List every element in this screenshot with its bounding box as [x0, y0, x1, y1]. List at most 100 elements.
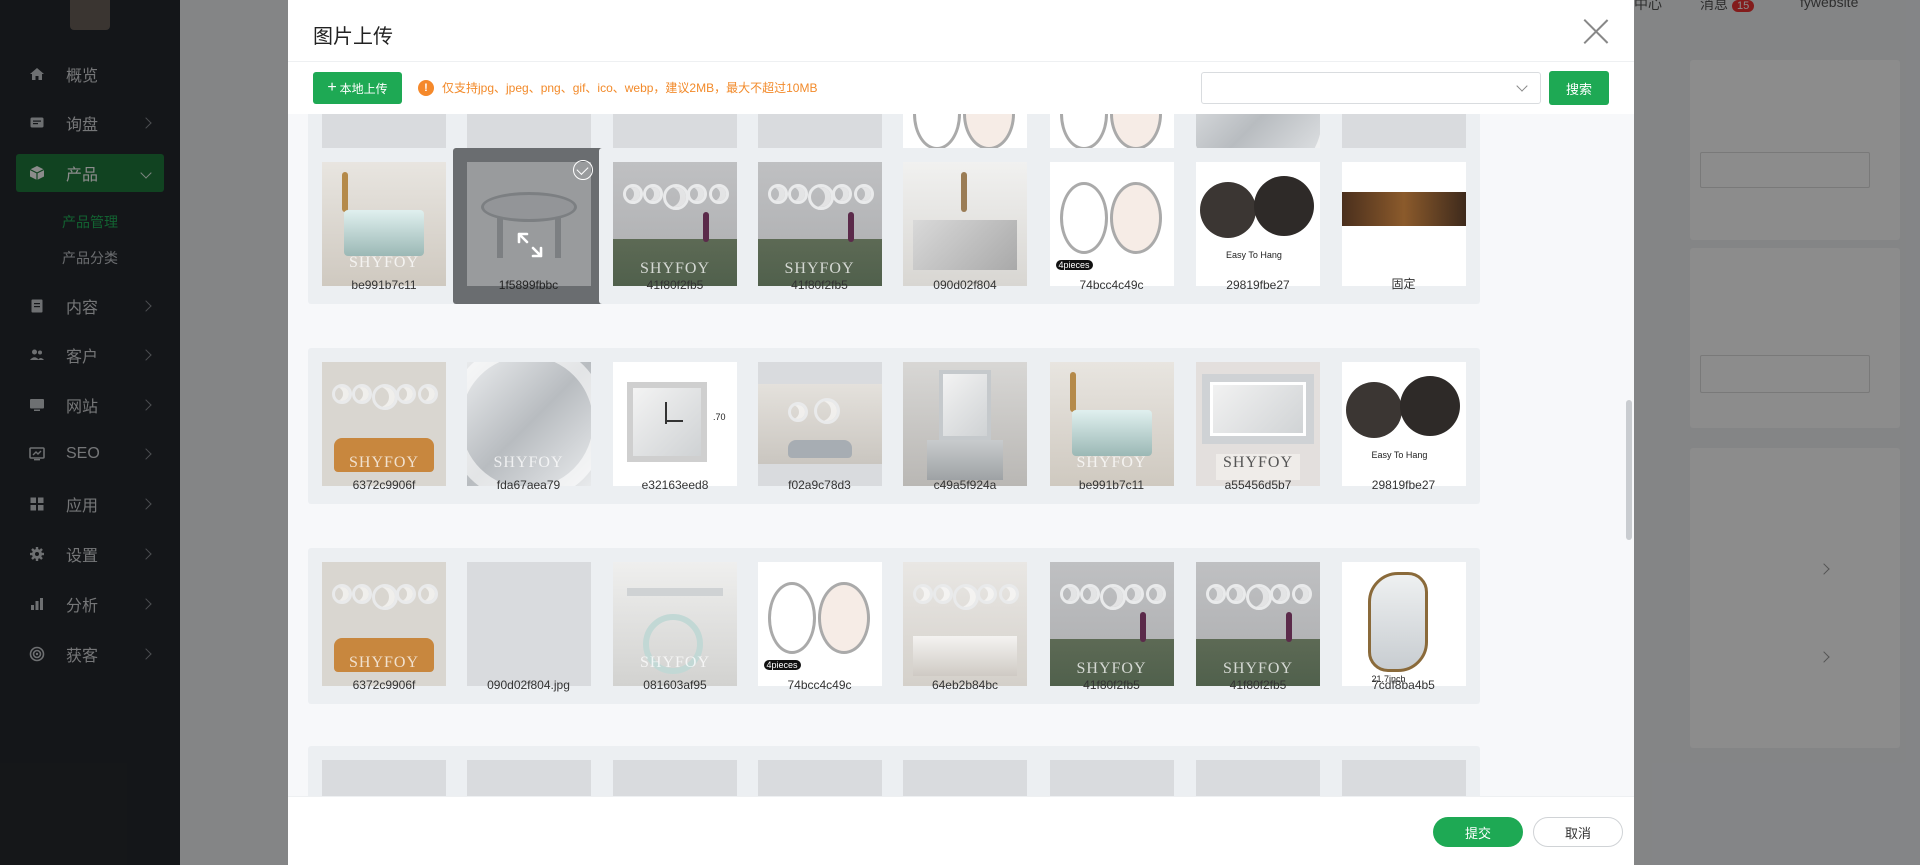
close-icon[interactable]	[1583, 18, 1609, 44]
image-tile[interactable]: SHYFOY 081603af95	[599, 548, 751, 704]
image-thumbnail	[1049, 760, 1174, 796]
image-name: 29819fbe27	[1371, 478, 1436, 492]
grid-scrollbar[interactable]	[1626, 400, 1632, 540]
modal-toolbar: + 本地上传 ! 仅支持jpg、jpeg、png、gif、ico、webp，建议…	[288, 62, 1634, 114]
image-thumbnail	[903, 562, 1027, 686]
check-icon[interactable]	[572, 160, 593, 180]
image-name: 固定	[1391, 277, 1416, 291]
image-name: 41f80f2fb5	[1083, 678, 1140, 692]
image-name: be991b7c11	[1078, 478, 1145, 492]
image-name: 74bcc4c49c	[787, 678, 852, 692]
category-select[interactable]	[1201, 72, 1541, 104]
image-thumbnail: Easy To Hang	[1341, 362, 1466, 486]
image-thumbnail: SHYFOY	[1196, 362, 1320, 486]
image-thumbnail	[613, 760, 737, 796]
image-thumbnail	[1196, 760, 1320, 796]
image-thumbnail	[466, 162, 591, 286]
image-name: 6372c9906f	[352, 678, 416, 692]
image-thumbnail: 21.7inch	[1341, 562, 1466, 686]
image-name: be991b7c11	[351, 278, 417, 292]
image-tile[interactable]: SHYFOY 41f80f2fb5	[1182, 548, 1334, 704]
search-button[interactable]: 搜索	[1549, 71, 1609, 105]
image-name: 74bcc4c49c	[1079, 278, 1144, 292]
image-thumbnail	[322, 760, 446, 796]
image-name: 41f80f2fb5	[791, 278, 848, 292]
image-tile[interactable]: 1f5899fbbc	[452, 148, 605, 304]
image-tile[interactable]	[1327, 746, 1480, 796]
image-upload-modal: 图片上传 + 本地上传 ! 仅支持jpg、jpeg、png、gif、ico、we…	[288, 0, 1634, 865]
image-thumbnail: 4pieces	[1049, 162, 1174, 286]
image-thumbnail: SHYFOY	[1049, 362, 1174, 486]
image-thumbnail: SHYFOY	[613, 562, 737, 686]
image-tile[interactable]: SHYFOY be991b7c11	[1035, 348, 1188, 504]
file-type-hint: ! 仅支持jpg、jpeg、png、gif、ico、webp，建议2MB，最大不…	[418, 79, 817, 96]
image-tile[interactable]: 21.7inch 7cdf8ba4b5	[1327, 548, 1480, 704]
image-name: 29819fbe27	[1226, 278, 1290, 292]
image-name: 64eb2b84bc	[931, 678, 999, 692]
plus-icon: +	[327, 79, 337, 96]
image-thumbnail	[1341, 162, 1466, 286]
image-tile[interactable]: 64eb2b84bc	[889, 548, 1041, 704]
image-tile[interactable]	[743, 746, 896, 796]
image-tile[interactable]: 090d02f804	[889, 148, 1041, 304]
image-name: f02a9c78d3	[788, 478, 851, 492]
image-tile[interactable]: Easy To Hang 29819fbe27	[1327, 348, 1480, 504]
image-tile[interactable]: 固定	[1327, 148, 1480, 304]
image-name: 41f80f2fb5	[646, 278, 704, 292]
image-tile[interactable]: c49a5f924a	[889, 348, 1041, 504]
image-tile[interactable]: SHYFOY 41f80f2fb5	[1035, 548, 1188, 704]
image-thumbnail: SHYFOY	[322, 162, 446, 286]
image-thumbnail: .70	[613, 362, 737, 486]
chevron-down-icon	[1516, 80, 1528, 92]
image-tile[interactable]: f02a9c78d3	[743, 348, 896, 504]
image-name: c49a5f924a	[933, 478, 997, 492]
image-name: 090d02f804	[933, 278, 997, 292]
submit-button[interactable]: 提交	[1433, 817, 1523, 847]
image-tile[interactable]: SHYFOY 6372c9906f	[308, 348, 460, 504]
image-tile[interactable]: SHYFOY 41f80f2fb5	[599, 148, 751, 304]
image-name: 41f80f2fb5	[1229, 678, 1287, 692]
expand-icon[interactable]	[515, 230, 545, 260]
image-name: fda67aea79	[496, 478, 561, 492]
image-name: 1f5899fbbc	[498, 278, 559, 292]
image-thumbnail: 4pieces	[757, 562, 882, 686]
image-tile[interactable]: SHYFOY 6372c9906f	[308, 548, 460, 704]
image-thumbnail	[903, 760, 1027, 796]
image-thumbnail	[466, 562, 591, 686]
warning-icon: !	[418, 79, 434, 96]
modal-header: 图片上传	[288, 0, 1634, 62]
local-upload-button[interactable]: + 本地上传	[313, 72, 402, 104]
image-name: 090d02f804.jpg	[487, 678, 570, 692]
modal-title: 图片上传	[313, 26, 393, 48]
image-tile[interactable]	[452, 746, 605, 796]
image-tile[interactable]	[889, 746, 1041, 796]
image-tile[interactable]: SHYFOY be991b7c11	[308, 148, 460, 304]
image-name: e32163eed8	[641, 478, 709, 492]
image-thumbnail: Easy To Hang	[1196, 162, 1320, 286]
image-name: 7cdf8ba4b5	[1372, 678, 1435, 692]
image-tile[interactable]	[599, 746, 751, 796]
image-thumbnail: SHYFOY	[613, 162, 737, 286]
image-tile[interactable]: Easy To Hang 29819fbe27	[1182, 148, 1334, 304]
cancel-button[interactable]: 取消	[1533, 817, 1623, 847]
image-tile[interactable]: 090d02f804.jpg	[452, 548, 605, 704]
image-thumbnail	[903, 362, 1027, 486]
image-tile[interactable]: 4pieces74bcc4c49c	[1035, 148, 1188, 304]
image-tile[interactable]: SHYFOY 41f80f2fb5	[743, 148, 896, 304]
image-tile[interactable]	[308, 746, 460, 796]
image-thumbnail	[757, 362, 882, 486]
image-thumbnail	[466, 760, 591, 796]
image-tile[interactable]: .70 e32163eed8	[599, 348, 751, 504]
image-tile[interactable]	[1182, 746, 1334, 796]
image-tile[interactable]: 4pieces74bcc4c49c	[743, 548, 896, 704]
image-tile[interactable]	[1035, 746, 1188, 796]
image-thumbnail	[757, 760, 882, 796]
image-tile[interactable]: SHYFOY a55456d5b7	[1182, 348, 1334, 504]
modal-footer: 提交 取消	[288, 796, 1634, 865]
image-tile[interactable]: SHYFOYfda67aea79	[452, 348, 605, 504]
image-thumbnail: SHYFOY	[757, 162, 882, 286]
image-name: 6372c9906f	[352, 478, 416, 492]
local-upload-label: 本地上传	[339, 81, 388, 96]
image-thumbnail: SHYFOY	[466, 362, 591, 486]
image-name: 081603af95	[643, 678, 707, 692]
